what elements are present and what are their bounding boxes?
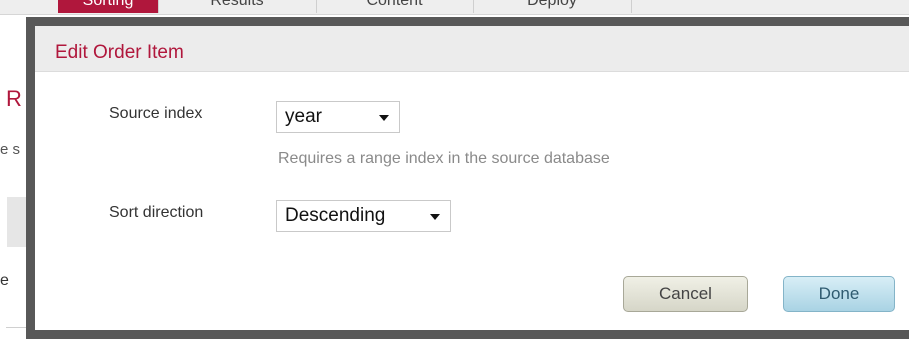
source-index-select[interactable]: year: [276, 101, 400, 133]
tab-content[interactable]: Content: [316, 0, 474, 13]
background-tab-bar: Sorting Results Content Deploy: [0, 0, 909, 15]
background-row-fragment: e: [0, 272, 9, 289]
tab-results[interactable]: Results: [158, 0, 317, 13]
done-button[interactable]: Done: [783, 276, 895, 312]
modal-overlay-frame: Edit Order Item Source index year Requir…: [26, 17, 909, 339]
background-heading-fragment: R: [6, 86, 22, 111]
cancel-button[interactable]: Cancel: [623, 276, 748, 312]
sort-direction-label: Sort direction: [109, 204, 204, 221]
edit-order-item-dialog: Edit Order Item Source index year Requir…: [35, 26, 909, 330]
tab-sorting[interactable]: Sorting: [58, 0, 159, 13]
sort-direction-value: Descending: [285, 205, 386, 226]
source-index-hint: Requires a range index in the source dat…: [278, 150, 610, 167]
dialog-header: Edit Order Item: [35, 26, 909, 72]
tab-deploy[interactable]: Deploy: [473, 0, 632, 13]
chevron-down-icon: [379, 115, 389, 121]
dialog-title: Edit Order Item: [55, 42, 184, 63]
background-subtext-fragment: e s: [0, 141, 21, 158]
sort-direction-select[interactable]: Descending: [276, 200, 451, 232]
chevron-down-icon: [430, 214, 440, 220]
source-index-value: year: [285, 106, 322, 127]
source-index-label: Source index: [109, 105, 203, 122]
